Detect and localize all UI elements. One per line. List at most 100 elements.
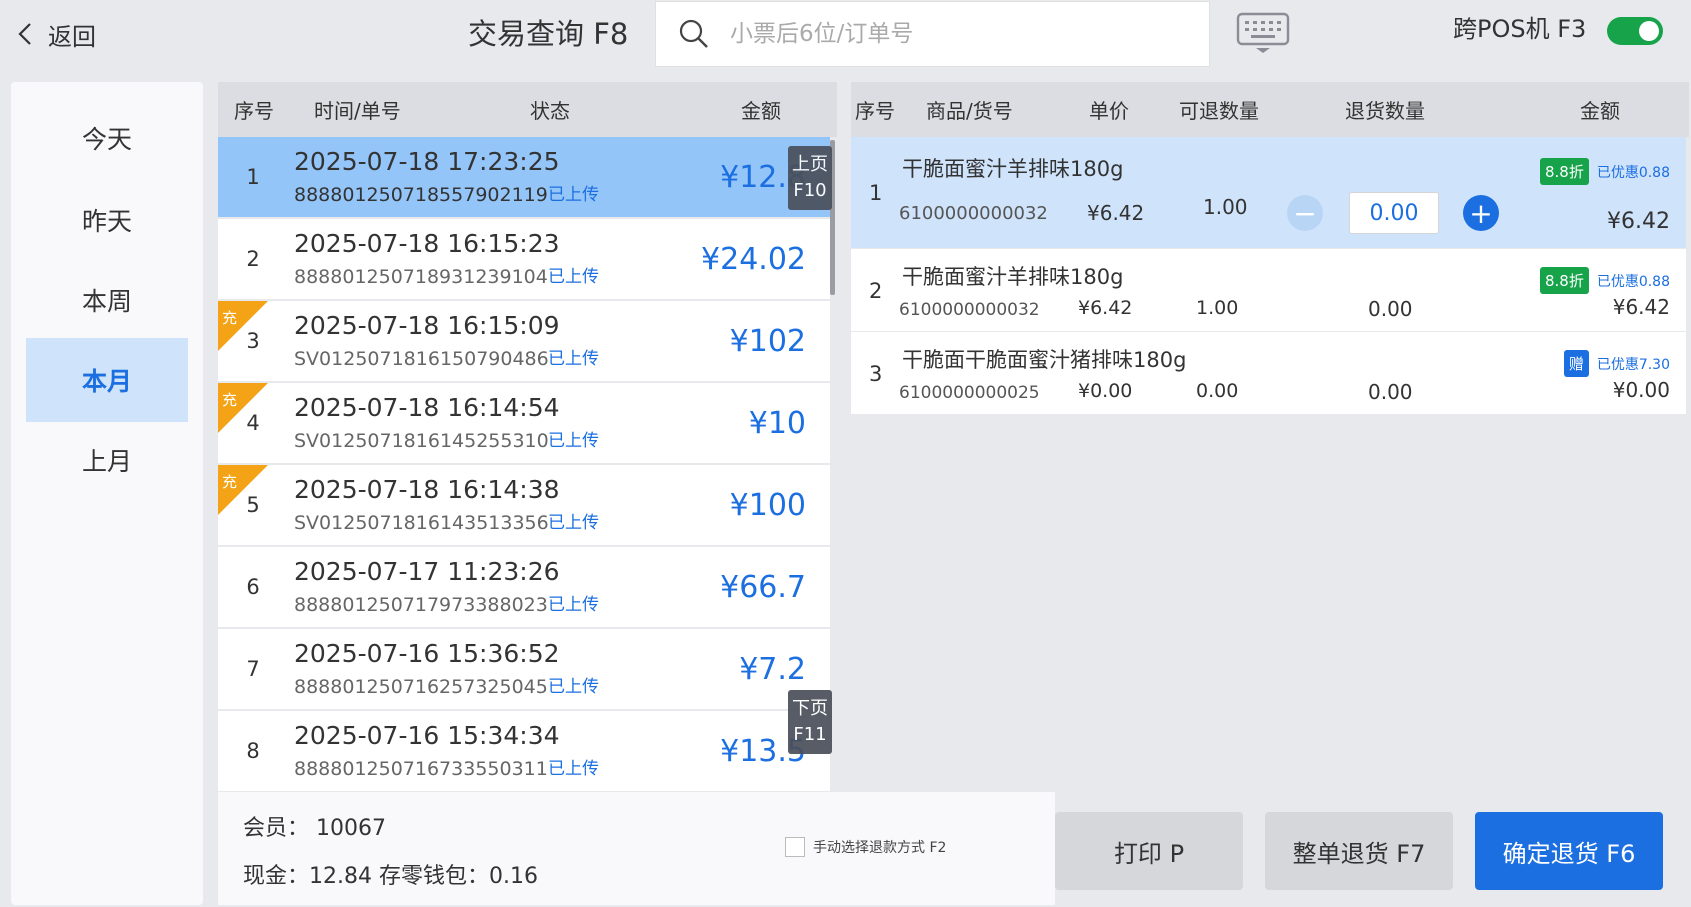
item-amount: ¥6.42 — [1612, 295, 1670, 319]
transaction-order-no: SV0125071816150790486 — [294, 348, 549, 370]
manual-refund-checkbox[interactable] — [785, 837, 805, 857]
transaction-amount: ¥24.02 — [701, 241, 806, 277]
decrease-qty-button[interactable]: − — [1287, 195, 1323, 231]
item-row[interactable]: 1 干脆面蜜汁羊排味180g 6100000000032 ¥6.42 1.00 … — [851, 137, 1686, 248]
search-box[interactable] — [655, 1, 1210, 67]
manual-refund-label: 手动选择退款方式 F2 — [813, 840, 947, 856]
transaction-time: 2025-07-16 15:34:34 — [294, 721, 560, 750]
transaction-time: 2025-07-16 15:36:52 — [294, 639, 560, 668]
back-label: 返回 — [48, 22, 96, 51]
transaction-time: 2025-07-18 16:14:54 — [294, 393, 560, 422]
search-icon — [679, 19, 708, 48]
next-page-key: F11 — [793, 724, 827, 745]
page-title: 交易查询 F8 — [468, 17, 629, 51]
transaction-row[interactable]: 充 3 2025-07-18 16:15:09 SV01250718161507904… — [218, 301, 830, 381]
item-price: ¥6.42 — [1078, 297, 1133, 319]
discount-amount: 已优惠0.88 — [1596, 273, 1670, 290]
confirm-return-button[interactable]: 确定退货 F6 — [1475, 812, 1663, 890]
item-row[interactable]: 3 干脆面干脆面蜜汁猪排味180g 6100000000025 ¥0.00 0.… — [851, 332, 1686, 414]
transaction-row[interactable]: 7 2025-07-16 15:36:52 88880125071625732504… — [218, 629, 830, 709]
col-item-price: 单价 — [1089, 99, 1129, 123]
upload-status: 已上传 — [548, 595, 599, 615]
transaction-no: 8 — [246, 739, 260, 763]
item-row[interactable]: 2 干脆面蜜汁羊排味180g 6100000000032 ¥6.42 1.00 … — [851, 249, 1686, 331]
transaction-time: 2025-07-18 16:14:38 — [294, 475, 560, 504]
transaction-list: 序号 时间/单号 状态 金额 1 2025-07-18 17:23:25 88880… — [218, 82, 837, 792]
transaction-no: 2 — [246, 247, 260, 271]
transaction-time: 2025-07-18 16:15:09 — [294, 311, 560, 340]
item-code: 6100000000032 — [899, 300, 1040, 320]
item-refundable-qty: 0.00 — [1196, 380, 1239, 402]
chevron-left-icon — [18, 23, 31, 45]
transaction-no: 6 — [246, 575, 260, 599]
header: 返回 交易查询 F8 跨POS机 F3 — [0, 0, 1691, 80]
discount-amount: 已优惠7.30 — [1596, 356, 1670, 373]
back-button[interactable]: 返回 — [14, 14, 96, 54]
discount-info: 8.8折 已优惠0.88 — [1539, 267, 1670, 294]
next-page-button[interactable]: 下页 F11 — [788, 690, 832, 754]
payment-info: 现金：12.84 存零钱包：0.16 — [243, 864, 538, 889]
toggle-knob — [1639, 21, 1659, 41]
upload-status: 已上传 — [548, 431, 599, 451]
prev-page-button[interactable]: 上页 F10 — [788, 146, 832, 210]
discount-amount: 已优惠0.88 — [1596, 164, 1670, 181]
item-list-header: 序号 商品/货号 单价 可退数量 退货数量 金额 — [851, 82, 1689, 137]
keyboard-icon[interactable] — [1236, 12, 1290, 54]
transaction-order-no: 888801250717973388023 — [294, 594, 548, 616]
item-no: 3 — [869, 362, 883, 386]
transaction-list-header: 序号 时间/单号 状态 金额 — [218, 82, 837, 137]
item-code: 6100000000025 — [899, 383, 1040, 403]
transaction-order-no: 8888012507185579021​19 — [294, 184, 548, 206]
item-price: ¥6.42 — [1087, 201, 1145, 225]
discount-info: 赠 已优惠7.30 — [1563, 350, 1670, 377]
transaction-row[interactable]: 充 5 2025-07-18 16:14:38 SV01250718161435133… — [218, 465, 830, 545]
col-item-name: 商品/货号 — [926, 99, 1013, 123]
discount-info: 8.8折 已优惠0.88 — [1539, 158, 1670, 185]
transaction-amount: ¥100 — [729, 487, 806, 523]
date-filter-this-month[interactable]: 本月 — [26, 338, 188, 422]
whole-return-button[interactable]: 整单退货 F7 — [1265, 812, 1453, 890]
upload-status: 已上传 — [548, 267, 599, 287]
item-name: 干脆面干脆面蜜汁猪排味180g — [902, 348, 1187, 372]
next-page-label: 下页 — [792, 698, 828, 719]
transaction-time: 2025-07-17 11:23:26 — [294, 557, 560, 586]
col-item-return-qty: 退货数量 — [1345, 99, 1425, 123]
manual-refund-option[interactable]: 手动选择退款方式 F2 — [785, 837, 946, 857]
item-refundable-qty: 1.00 — [1196, 297, 1239, 319]
discount-badge: 8.8折 — [1539, 158, 1589, 185]
upload-status: 已上传 — [548, 513, 599, 533]
transaction-no: 4 — [246, 411, 260, 435]
transaction-row[interactable]: 2 2025-07-18 16:15:23 88880125071893123910… — [218, 219, 830, 299]
transaction-row[interactable]: 充 4 2025-07-18 16:14:54 SV01250718161452553… — [218, 383, 830, 463]
cross-pos-label: 跨POS机 F3 — [1453, 15, 1587, 43]
item-return-qty: 0.00 — [1368, 380, 1413, 404]
transaction-no: 7 — [246, 657, 260, 681]
increase-qty-button[interactable]: + — [1463, 195, 1499, 231]
date-filter-today[interactable]: 今天 — [26, 96, 188, 180]
transaction-amount: ¥102 — [729, 323, 806, 359]
date-filter-this-week[interactable]: 本周 — [26, 258, 188, 342]
transaction-row[interactable]: 1 2025-07-18 17:23:25 8888012507185579021​… — [218, 137, 830, 217]
return-qty-input[interactable]: 0.00 — [1349, 192, 1439, 234]
upload-status: 已上传 — [548, 349, 599, 369]
upload-status: 已上传 — [548, 677, 599, 697]
cross-pos-toggle[interactable] — [1607, 17, 1663, 45]
item-name: 干脆面蜜汁羊排味180g — [902, 157, 1124, 181]
transaction-row[interactable]: 8 2025-07-16 15:34:34 88880125071673355031… — [218, 711, 830, 791]
col-no: 序号 — [234, 99, 274, 123]
print-button[interactable]: 打印 P — [1055, 812, 1243, 890]
prev-page-label: 上页 — [792, 154, 828, 175]
date-filter-yesterday[interactable]: 昨天 — [26, 178, 188, 262]
transaction-row[interactable]: 6 2025-07-17 11:23:26 88880125071797338802… — [218, 547, 830, 627]
transaction-amount: ¥10 — [748, 405, 806, 441]
col-item-no: 序号 — [855, 99, 895, 123]
item-code: 6100000000032 — [899, 203, 1048, 224]
item-name: 干脆面蜜汁羊排味180g — [902, 265, 1124, 289]
col-time-order: 时间/单号 — [314, 99, 401, 123]
col-item-amount: 金额 — [1580, 99, 1620, 123]
date-filter-last-month[interactable]: 上月 — [26, 418, 188, 502]
transaction-order-no: SV0125071816143513356 — [294, 512, 549, 534]
item-amount: ¥6.42 — [1607, 209, 1670, 234]
search-input[interactable] — [730, 21, 1190, 47]
prev-page-key: F10 — [793, 180, 827, 201]
